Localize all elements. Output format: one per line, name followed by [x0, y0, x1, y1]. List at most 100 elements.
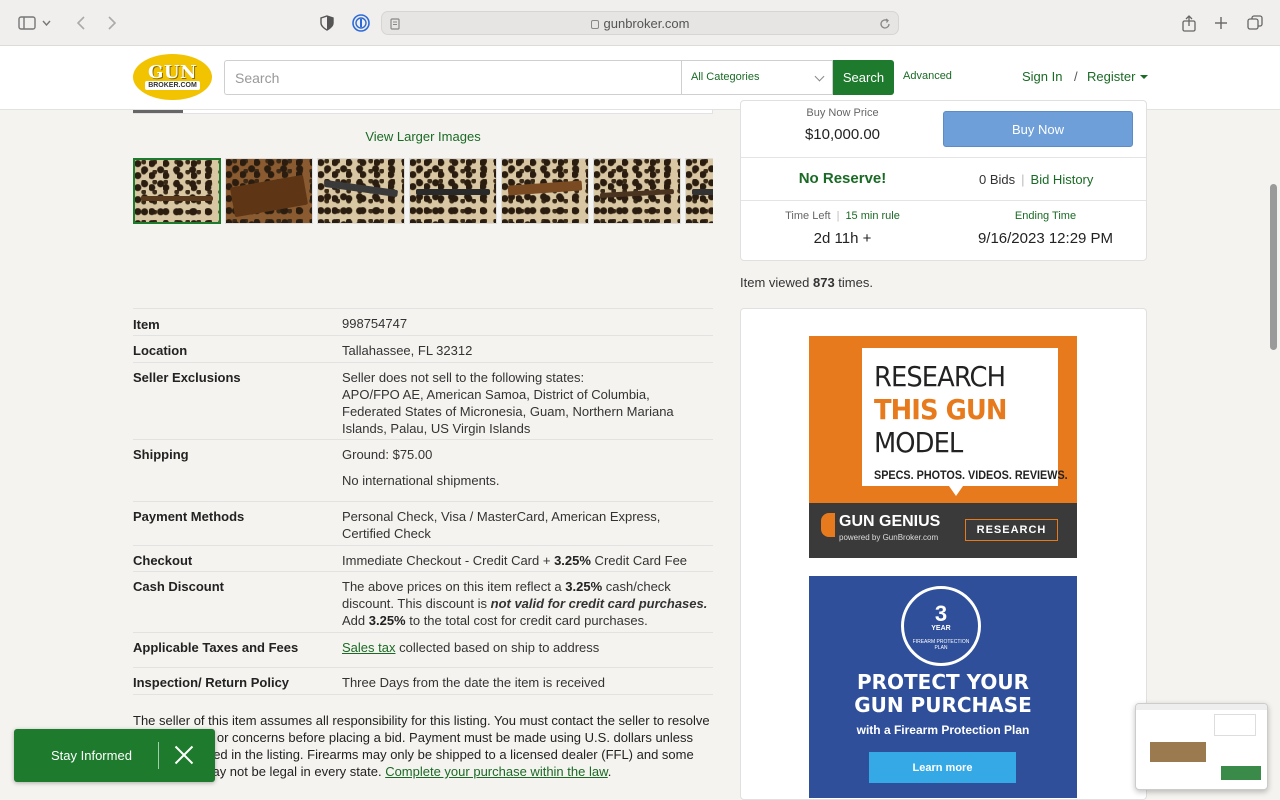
- password-manager-icon[interactable]: [350, 12, 372, 34]
- header-separator: /: [1074, 69, 1078, 84]
- taxes-value: Sales tax collected based on ship to add…: [342, 639, 712, 656]
- checkout-value: Immediate Checkout - Credit Card + 3.25%…: [342, 552, 712, 569]
- purchase-within-law-link[interactable]: Complete your purchase within the law: [385, 764, 608, 779]
- share-icon[interactable]: [1178, 12, 1200, 34]
- advanced-search-link[interactable]: Advanced: [903, 70, 952, 82]
- shipping-ground: Ground: $75.00: [342, 447, 433, 462]
- category-select-value: All Categories: [691, 71, 760, 83]
- card-divider: [741, 200, 1146, 201]
- item-number: 998754747: [342, 316, 408, 331]
- sidebar-toggle-icon[interactable]: [16, 12, 38, 34]
- toast-divider: [158, 742, 159, 769]
- bubble-tail: [949, 486, 963, 496]
- fifteen-min-rule-link[interactable]: 15 min rule: [845, 210, 899, 222]
- view-count: Item viewed 873 times.: [740, 275, 873, 290]
- thumbnail-image[interactable]: [409, 158, 497, 224]
- preview-toast: [1221, 766, 1261, 780]
- register-label: Register: [1087, 69, 1136, 84]
- ad-tagline: SPECS. PHOTOS. VIDEOS. REVIEWS.: [874, 468, 1068, 482]
- ad-speech-bubble: RESEARCH THIS GUN MODEL SPECS. PHOTOS. V…: [862, 348, 1068, 486]
- view-larger-images-link[interactable]: View Larger Images: [133, 129, 713, 144]
- sign-in-link[interactable]: Sign In: [1022, 69, 1062, 84]
- back-icon[interactable]: [70, 12, 92, 34]
- taxes-text: collected based on ship to address: [395, 640, 600, 655]
- ad-brand-sub: powered by GunBroker.com: [839, 533, 939, 542]
- lock-icon: [590, 20, 599, 29]
- card-divider: [741, 157, 1146, 158]
- pipe-divider: |: [836, 210, 840, 222]
- bid-history-link[interactable]: Bid History: [1031, 172, 1094, 187]
- buy-now-price: $10,000.00: [804, 126, 881, 143]
- cash-text: The above prices on this item reflect a: [342, 579, 566, 594]
- thumbnail-image[interactable]: [593, 158, 681, 224]
- detail-row-cash-discount: Cash Discount The above prices on this i…: [133, 572, 713, 633]
- shipping-value: Ground: $75.00 No international shipment…: [342, 446, 712, 489]
- seller-disclaimer: The seller of this item assumes all resp…: [133, 712, 713, 780]
- exclusions-value: Seller does not sell to the following st…: [342, 369, 712, 437]
- exclusions-intro: Seller does not sell to the following st…: [342, 370, 585, 385]
- gun-genius-ad[interactable]: RESEARCH THIS GUN MODEL SPECS. PHOTOS. V…: [809, 336, 1077, 558]
- detail-label: Location: [133, 343, 188, 358]
- close-icon[interactable]: [172, 743, 196, 767]
- thumbnail-image[interactable]: [501, 158, 589, 224]
- thumbnail-image[interactable]: [225, 158, 313, 224]
- preview-image: [1150, 742, 1206, 762]
- thumbnail-image[interactable]: [317, 158, 405, 224]
- preview-card: [1214, 714, 1256, 736]
- image-viewer-bottom: [133, 110, 713, 114]
- address-bar[interactable]: gunbroker.com: [381, 11, 899, 35]
- pipe-divider: |: [1021, 172, 1025, 187]
- gunbroker-logo[interactable]: GUN BROKER.COM: [133, 54, 212, 100]
- badge-text: FIREARM PROTECTION PLAN: [912, 639, 970, 651]
- sales-tax-link[interactable]: Sales tax: [342, 640, 395, 655]
- thumbnail-image[interactable]: [685, 158, 713, 224]
- gun-genius-logo-icon: [821, 513, 835, 537]
- stay-informed-toast[interactable]: Stay Informed: [14, 729, 215, 782]
- bid-count: 0 Bids: [979, 172, 1016, 187]
- detail-label: Item: [133, 317, 160, 332]
- research-button[interactable]: RESEARCH: [965, 519, 1058, 541]
- cash-discount-value: The above prices on this item reflect a …: [342, 578, 712, 629]
- reload-icon[interactable]: [878, 13, 892, 35]
- badge-number: 3: [934, 601, 948, 626]
- detail-row-location: Location Tallahassee, FL 32312: [133, 336, 713, 363]
- detail-label: Checkout: [133, 553, 193, 568]
- detail-label: Payment Methods: [133, 509, 245, 524]
- buy-now-button[interactable]: Buy Now: [943, 111, 1133, 147]
- stay-informed-label: Stay Informed: [51, 748, 132, 763]
- chevron-down-icon[interactable]: [40, 12, 52, 34]
- search-input[interactable]: Search: [224, 60, 682, 95]
- protection-plan-ad[interactable]: 3 YEAR FIREARM PROTECTION PLAN PROTECT Y…: [809, 576, 1077, 798]
- new-tab-icon[interactable]: [1210, 12, 1232, 34]
- url-text: gunbroker.com: [603, 16, 690, 31]
- ad-headline-3: MODEL: [874, 426, 963, 459]
- page-scrollbar[interactable]: [1270, 184, 1277, 350]
- ad-brand: GUN GENIUS: [839, 513, 941, 530]
- protection-badge-icon: 3 YEAR FIREARM PROTECTION PLAN: [901, 586, 981, 666]
- badge-year: YEAR: [931, 625, 951, 632]
- category-select[interactable]: All Categories: [681, 60, 833, 95]
- browser-toolbar: gunbroker.com: [0, 0, 1280, 46]
- exclusions-states: APO/FPO AE, American Samoa, District of …: [342, 387, 674, 436]
- thumbnail-image[interactable]: [133, 158, 221, 224]
- checkout-fee: 3.25%: [554, 553, 591, 568]
- ending-time-label: Ending Time: [1014, 210, 1077, 222]
- learn-more-button[interactable]: Learn more: [869, 752, 1016, 783]
- forward-icon[interactable]: [101, 12, 123, 34]
- ad-footer: GUN GENIUS powered by GunBroker.com RESE…: [809, 503, 1077, 558]
- detail-label: Shipping: [133, 447, 189, 462]
- screenshot-preview[interactable]: [1135, 703, 1268, 790]
- detail-row-item: Item 998754747: [133, 309, 713, 336]
- payment-value: Personal Check, Visa / MasterCard, Ameri…: [342, 509, 661, 541]
- chevron-down-icon: [814, 71, 825, 82]
- cash-pct-add: 3.25%: [368, 613, 406, 628]
- register-link[interactable]: Register: [1087, 69, 1149, 84]
- search-button[interactable]: Search: [833, 60, 894, 95]
- tab-overview-icon[interactable]: [1244, 12, 1266, 34]
- buy-now-card: Buy Now Price $10,000.00 Buy Now No Rese…: [740, 100, 1147, 261]
- ad-headline-line1: PROTECT YOUR: [856, 670, 1030, 694]
- privacy-shield-icon[interactable]: [316, 12, 338, 34]
- time-left-label-row: Time Left | 15 min rule: [741, 210, 944, 222]
- ad-subheadline: with a Firearm Protection Plan: [856, 723, 1030, 737]
- ending-time-value: 9/16/2023 12:29 PM: [977, 230, 1114, 247]
